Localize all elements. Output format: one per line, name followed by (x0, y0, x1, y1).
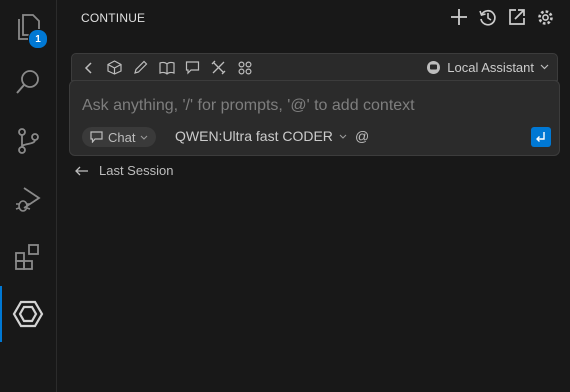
explorer-button[interactable]: 1 (0, 2, 56, 50)
gear-icon (538, 9, 553, 25)
chevron-down-icon (339, 134, 347, 139)
models-button[interactable] (106, 59, 123, 76)
source-control-button[interactable] (0, 117, 56, 165)
assistant-select[interactable]: Local Assistant (426, 58, 549, 76)
enter-icon (536, 132, 545, 142)
activity-bar: 1 (0, 0, 57, 392)
pencil-icon (134, 60, 148, 74)
history-icon (479, 9, 496, 26)
search-icon (16, 70, 39, 94)
new-session-button[interactable] (448, 6, 469, 28)
run-debug-icon (15, 187, 41, 212)
continue-button[interactable] (0, 290, 56, 338)
submit-button[interactable] (531, 127, 551, 147)
arrow-left-icon (75, 166, 88, 175)
mode-select[interactable]: Chat (82, 127, 157, 147)
model-label: QWEN:Ultra fast CODER (175, 128, 333, 144)
chat-button[interactable] (184, 59, 201, 76)
docs-button[interactable] (158, 59, 175, 76)
cube-icon (107, 60, 122, 75)
chevron-down-icon (141, 135, 148, 140)
chat-input-placeholder[interactable]: Ask anything, '/' for prompts, '@' to ad… (82, 97, 415, 115)
continue-panel: CONTINUE Local Assistant Ask anything, '… (57, 0, 570, 392)
source-control-icon (18, 128, 39, 154)
continue-logo-icon (12, 300, 44, 328)
open-in-editor-button[interactable] (506, 6, 527, 28)
blocks-button[interactable] (236, 59, 253, 76)
toolbar-icons (80, 59, 253, 76)
book-icon (158, 61, 175, 75)
chevron-down-icon (540, 64, 549, 70)
extensions-button[interactable] (0, 233, 56, 281)
back-button[interactable] (80, 59, 97, 76)
assistant-label: Local Assistant (447, 59, 534, 75)
plus-icon (450, 9, 467, 25)
chat-bubble-icon (90, 131, 103, 143)
title-actions (448, 6, 556, 28)
panel-title: CONTINUE (81, 11, 146, 25)
mode-label: Chat (108, 129, 136, 145)
history-button[interactable] (477, 6, 498, 28)
search-button[interactable] (0, 58, 56, 106)
explorer-badge: 1 (28, 29, 48, 49)
assistant-icon (427, 60, 441, 74)
grid-icon (237, 60, 252, 75)
external-link-icon (508, 9, 525, 25)
tools-icon (211, 60, 226, 75)
chevron-left-icon (84, 61, 92, 74)
tools-button[interactable] (210, 59, 227, 76)
add-context-button[interactable]: @ (355, 128, 369, 144)
last-session-label: Last Session (99, 163, 174, 178)
chat-toolbar: Local Assistant (71, 53, 558, 81)
last-session-link[interactable]: Last Session (75, 163, 173, 178)
chat-input-box[interactable]: Ask anything, '/' for prompts, '@' to ad… (69, 80, 560, 156)
run-debug-button[interactable] (0, 175, 56, 223)
model-select[interactable]: QWEN:Ultra fast CODER (175, 128, 347, 144)
extensions-icon (15, 244, 39, 270)
comment-icon (185, 61, 200, 75)
edit-button[interactable] (132, 59, 149, 76)
settings-button[interactable] (535, 6, 556, 28)
